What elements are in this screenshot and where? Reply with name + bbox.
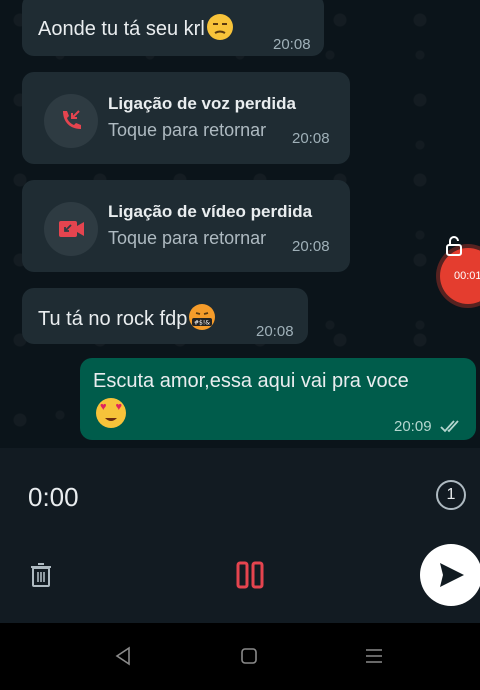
missed-voice-call-icon	[44, 94, 98, 148]
view-once-label: 1	[446, 486, 456, 503]
back-nav-button[interactable]	[114, 646, 134, 671]
unamused-face-icon	[206, 14, 233, 40]
delete-recording-button[interactable]	[30, 562, 52, 593]
missed-voice-call-message[interactable]: Ligação de voz perdida Toque para retorn…	[22, 72, 350, 164]
home-nav-button[interactable]	[240, 647, 258, 670]
lock-icon	[446, 236, 462, 256]
message-time: 20:08	[292, 238, 330, 255]
outgoing-message[interactable]: Escuta amor,essa aqui vai pra voce 20:09	[80, 358, 476, 440]
voice-recorder-panel: 0:00 1	[0, 448, 480, 623]
chat-area[interactable]: Aonde tu tá seu krl 20:08 Ligação de voz…	[0, 0, 480, 448]
pause-recording-button[interactable]	[236, 561, 264, 594]
menu-lines-icon	[366, 649, 382, 663]
missed-video-call-icon	[44, 202, 98, 256]
send-icon	[440, 563, 464, 587]
system-nav-bar	[0, 623, 480, 690]
view-once-button[interactable]: 1	[436, 480, 466, 510]
message-time: 20:09	[394, 418, 432, 435]
incoming-message[interactable]: Aonde tu tá seu krl 20:08	[22, 0, 324, 56]
recents-nav-button[interactable]	[364, 647, 384, 670]
recording-time: 00:01	[454, 270, 480, 282]
message-text: Escuta amor,essa aqui vai pra voce	[93, 370, 409, 392]
missed-video-call-message[interactable]: Ligação de vídeo perdida Toque para reto…	[22, 180, 350, 272]
svg-text:#$!&: #$!&	[194, 320, 210, 327]
read-double-check-icon	[440, 418, 464, 439]
pause-icon	[236, 561, 264, 589]
message-time: 20:08	[273, 36, 311, 53]
face-with-symbols-on-mouth-icon: #$!&	[189, 304, 216, 330]
recording-lock-badge[interactable]: 00:01	[440, 236, 480, 304]
recording-timer: 0:00	[28, 482, 79, 512]
message-time: 20:08	[292, 130, 330, 147]
trash-icon	[31, 563, 51, 587]
call-subtitle: Toque para retornar	[108, 120, 267, 140]
incoming-message[interactable]: Tu tá no rock fdp #$!& 20:08	[22, 288, 308, 344]
send-button[interactable]	[420, 544, 480, 606]
home-square-icon	[241, 648, 257, 664]
message-time: 20:08	[256, 323, 294, 340]
call-title: Ligação de vídeo perdida	[108, 202, 313, 221]
smiling-face-with-heart-eyes-icon	[96, 398, 126, 428]
message-text: Aonde tu tá seu krl	[38, 18, 205, 40]
call-subtitle: Toque para retornar	[108, 228, 267, 248]
back-triangle-icon	[115, 646, 130, 666]
call-title: Ligação de voz perdida	[108, 94, 296, 113]
message-text: Tu tá no rock fdp	[38, 308, 188, 330]
